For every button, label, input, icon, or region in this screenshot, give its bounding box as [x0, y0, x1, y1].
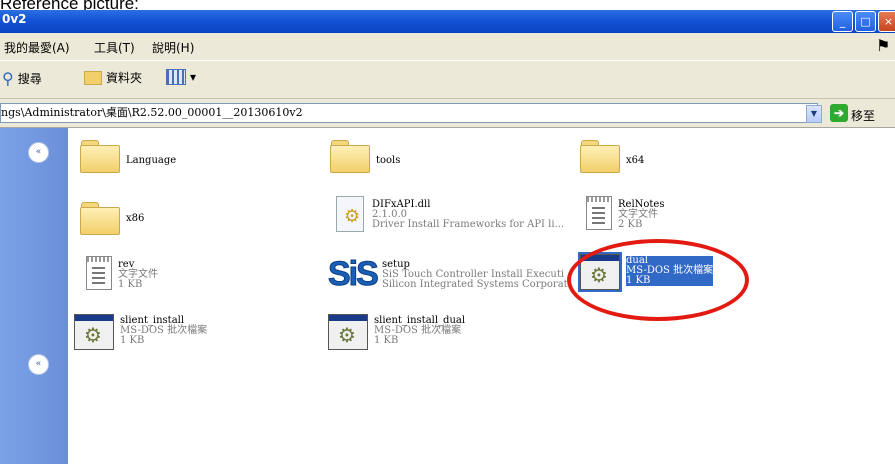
- windows-logo-icon: ⚑: [876, 36, 891, 55]
- item-detail: 1 KB: [374, 335, 399, 346]
- item-name: x86: [126, 213, 145, 224]
- views-icon: [166, 69, 186, 85]
- folder-item-x64[interactable]: x64: [580, 138, 645, 173]
- go-arrow-icon[interactable]: ➔: [830, 104, 848, 122]
- item-name: tools: [376, 155, 401, 166]
- folder-icon: [330, 138, 370, 173]
- search-label: 搜尋: [17, 72, 42, 86]
- file-item-slient-install[interactable]: ⚙ slient_install MS-DOS 批次檔案 1 KB: [74, 314, 207, 350]
- file-item-rev[interactable]: rev 文字文件 1 KB: [80, 256, 158, 290]
- file-item-setup[interactable]: SiS setup SiS Touch Controller Install E…: [328, 255, 568, 293]
- toolbar: ⚲ 搜尋 資料夾 ▾: [0, 61, 895, 99]
- sis-logo-icon: SiS: [328, 255, 380, 293]
- file-item-difxapi[interactable]: ⚙ DIFxAPI.dll 2.1.0.0 Driver Install Fra…: [332, 196, 564, 232]
- batch-file-icon: ⚙: [74, 314, 114, 350]
- maximize-button[interactable]: □: [855, 11, 876, 32]
- dll-gear-icon: ⚙: [332, 196, 366, 232]
- folder-icon: [84, 70, 102, 85]
- text-document-icon: [86, 256, 112, 290]
- item-name: x64: [626, 155, 645, 166]
- task-pane: « «: [0, 128, 68, 464]
- text-document-icon: [586, 196, 612, 230]
- item-detail: 1 KB: [120, 335, 145, 346]
- collapse-chevron-icon[interactable]: «: [28, 354, 49, 375]
- folder-icon: [80, 138, 120, 173]
- item-detail: 2 KB: [618, 219, 643, 230]
- folder-item-language[interactable]: Language: [80, 138, 177, 173]
- folder-icon: [80, 200, 120, 235]
- address-input[interactable]: ngs\Administrator\桌面\R2.52.00_00001__201…: [0, 103, 818, 123]
- folders-button[interactable]: 資料夾: [84, 69, 142, 86]
- item-detail: 1 KB: [118, 279, 143, 290]
- folder-item-tools[interactable]: tools: [330, 138, 401, 173]
- folders-label: 資料夾: [106, 71, 143, 85]
- collapse-chevron-icon[interactable]: «: [28, 142, 49, 163]
- close-button[interactable]: ×: [878, 11, 895, 32]
- address-dropdown-icon[interactable]: ▼: [806, 105, 822, 123]
- file-list: Language tools x64 x86 ⚙ DIFxAPI.dll 2.1…: [68, 128, 895, 464]
- menu-bar: 我的最愛(A) 工具(T) 說明(H) ⚑: [0, 33, 895, 61]
- address-bar: ngs\Administrator\桌面\R2.52.00_00001__201…: [0, 99, 895, 128]
- menu-tools[interactable]: 工具(T): [94, 39, 135, 56]
- batch-file-icon: ⚙: [328, 314, 368, 350]
- menu-favorites[interactable]: 我的最愛(A): [4, 39, 70, 56]
- search-button[interactable]: ⚲ 搜尋: [2, 69, 42, 88]
- minimize-button[interactable]: _: [832, 11, 853, 32]
- file-item-relnotes[interactable]: RelNotes 文字文件 2 KB: [580, 196, 664, 230]
- folder-icon: [580, 138, 620, 173]
- item-name: Language: [126, 155, 177, 166]
- search-icon: ⚲: [2, 69, 14, 88]
- folder-item-x86[interactable]: x86: [80, 200, 145, 235]
- file-item-slient-install-dual[interactable]: ⚙ slient_install_dual MS-DOS 批次檔案 1 KB: [328, 314, 465, 350]
- item-detail: Silicon Integrated Systems Corporat: [382, 279, 568, 290]
- item-detail: Driver Install Frameworks for API li...: [372, 219, 565, 230]
- title-bar: 0v2 _ □ ×: [0, 10, 895, 33]
- window-title: 0v2: [2, 12, 27, 26]
- go-button-label[interactable]: 移至: [851, 107, 875, 124]
- views-dropdown-icon: ▾: [190, 70, 197, 84]
- highlight-circle: [567, 239, 749, 321]
- menu-help[interactable]: 說明(H): [152, 39, 194, 56]
- views-button[interactable]: ▾: [166, 69, 196, 85]
